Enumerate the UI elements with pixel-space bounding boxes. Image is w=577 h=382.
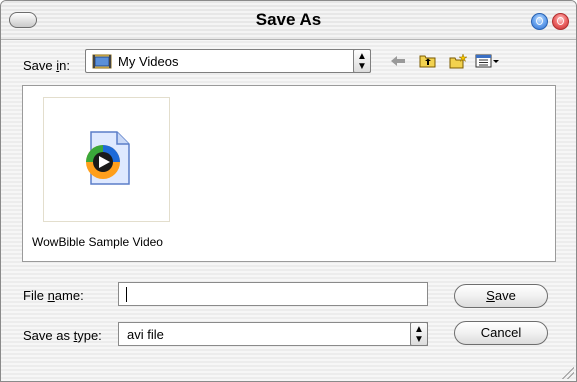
- save-label: ave: [494, 288, 516, 303]
- select-stepper[interactable]: ▲ ▼: [410, 322, 428, 346]
- file-name-label: WowBible Sample Video: [32, 235, 163, 249]
- back-arrow-icon[interactable]: [389, 53, 407, 69]
- file-name-label: File name:: [23, 288, 84, 303]
- save-accel: S: [486, 288, 495, 303]
- cancel-button[interactable]: Cancel: [454, 321, 548, 345]
- file-item[interactable]: [43, 97, 170, 222]
- save-as-type-label: Save as type:: [23, 328, 102, 343]
- title-bar[interactable]: Save As: [1, 1, 576, 40]
- save-as-type-select[interactable]: avi file ▲ ▼: [118, 322, 428, 346]
- chevron-down-icon: ▼: [414, 334, 424, 345]
- up-folder-icon[interactable]: [419, 53, 437, 69]
- close-button[interactable]: [552, 13, 569, 30]
- save-as-dialog: Save As Save in: My Videos ▲ ▼ WowBible …: [0, 0, 577, 382]
- video-folder-icon: [92, 54, 112, 69]
- save-as-type-value: avi file: [127, 327, 164, 342]
- save-in-label: Save in:: [23, 58, 70, 73]
- minimize-button[interactable]: [531, 13, 548, 30]
- chevron-down-icon: ▼: [357, 61, 367, 72]
- new-folder-icon[interactable]: [449, 53, 467, 69]
- text-caret: [126, 287, 127, 302]
- media-file-icon: [86, 131, 130, 185]
- file-name-input[interactable]: [118, 282, 428, 306]
- resize-grip[interactable]: [562, 367, 574, 379]
- file-list[interactable]: WowBible Sample Video: [22, 85, 556, 262]
- save-in-value: My Videos: [118, 54, 179, 69]
- save-in-dropdown[interactable]: My Videos ▲ ▼: [85, 49, 371, 73]
- save-button[interactable]: Save: [454, 284, 548, 308]
- dropdown-stepper[interactable]: ▲ ▼: [353, 49, 371, 73]
- view-menu-icon[interactable]: [475, 53, 501, 69]
- window-title: Save As: [255, 10, 322, 29]
